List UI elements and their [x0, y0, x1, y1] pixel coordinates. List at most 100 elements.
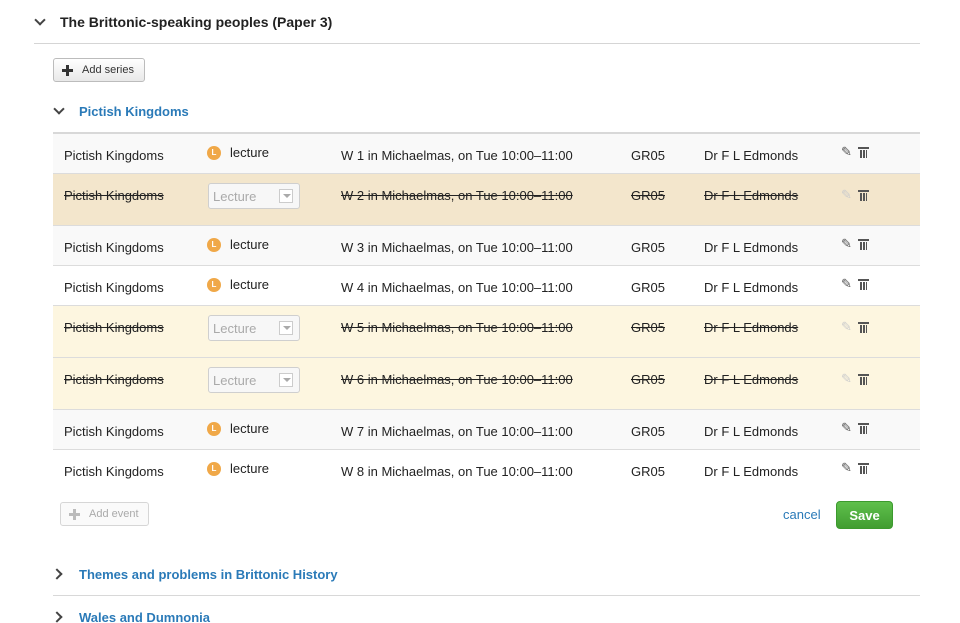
event-when: W 5 in Michaelmas, on Tue 10:00–11:00 [341, 320, 573, 335]
add-series-label: Add series [82, 64, 134, 76]
series-header-collapsed[interactable]: Themes and problems in Brittonic History [51, 563, 920, 585]
trash-icon[interactable] [857, 321, 869, 333]
event-when: W 3 in Michaelmas, on Tue 10:00–11:00 [341, 240, 573, 255]
select-arrow-icon[interactable] [279, 373, 293, 387]
event-location: GR05 [631, 464, 665, 479]
event-type: L lecture [207, 461, 269, 476]
paper-title: The Brittonic-speaking peoples (Paper 3) [60, 13, 333, 30]
event-row[interactable]: Pictish Kingdoms L lecture W 4 in Michae… [53, 266, 920, 306]
event-title: Pictish Kingdoms [64, 148, 164, 163]
event-location: GR05 [631, 188, 665, 203]
event-row[interactable]: Pictish Kingdoms L lecture W 8 in Michae… [53, 450, 920, 490]
event-actions: ✎ [841, 145, 869, 159]
select-arrow-icon[interactable] [279, 321, 293, 335]
lecture-badge-icon: L [207, 277, 221, 292]
save-button[interactable]: Save [836, 501, 893, 529]
event-actions: ✎ [841, 421, 869, 435]
event-location: GR05 [631, 320, 665, 335]
event-row[interactable]: Pictish Kingdoms L lecture W 1 in Michae… [53, 134, 920, 174]
event-row[interactable]: Pictish Kingdoms L lecture W 7 in Michae… [53, 410, 920, 450]
event-actions: ✎ [841, 320, 869, 334]
trash-icon[interactable] [857, 146, 869, 158]
event-lecturer: Dr F L Edmonds [704, 280, 799, 295]
event-when: W 7 in Michaelmas, on Tue 10:00–11:00 [341, 424, 573, 439]
lecture-badge-icon: L [207, 461, 221, 476]
chevron-right-icon[interactable] [51, 611, 63, 623]
chevron-down-icon[interactable] [53, 103, 65, 115]
event-title: Pictish Kingdoms [64, 372, 164, 387]
pencil-icon: ✎ [841, 371, 852, 386]
event-type: L lecture [207, 237, 269, 252]
event-title: Pictish Kingdoms [64, 320, 164, 335]
event-lecturer: Dr F L Edmonds [704, 372, 799, 387]
event-lecturer: Dr F L Edmonds [704, 240, 799, 255]
pencil-icon[interactable]: ✎ [841, 145, 852, 159]
event-when: W 2 in Michaelmas, on Tue 10:00–11:00 [341, 188, 573, 203]
event-type-select[interactable]: Lecture [208, 367, 300, 393]
event-when: W 1 in Michaelmas, on Tue 10:00–11:00 [341, 148, 573, 163]
event-row-cancelled[interactable]: Pictish Kingdoms Lecture W 5 in Michaelm… [53, 306, 920, 358]
trash-icon[interactable] [857, 462, 869, 474]
plus-icon [62, 64, 73, 76]
event-type-select[interactable]: Lecture [208, 315, 300, 341]
event-row-cancelled[interactable]: Pictish Kingdoms Lecture W 2 in Michaelm… [53, 174, 920, 226]
pencil-icon[interactable]: ✎ [841, 461, 852, 475]
event-type-select-value: Lecture [213, 321, 257, 336]
event-location: GR05 [631, 372, 665, 387]
event-row-cancelled[interactable]: Pictish Kingdoms Lecture W 6 in Michaelm… [53, 358, 920, 410]
event-type-label: lecture [230, 461, 270, 476]
trash-icon[interactable] [857, 238, 869, 250]
lecture-badge-icon: L [207, 145, 221, 160]
event-when: W 8 in Michaelmas, on Tue 10:00–11:00 [341, 464, 573, 479]
event-when: W 6 in Michaelmas, on Tue 10:00–11:00 [341, 372, 573, 387]
event-row[interactable]: Pictish Kingdoms L lecture W 3 in Michae… [53, 226, 920, 266]
event-lecturer: Dr F L Edmonds [704, 320, 799, 335]
add-event-label: Add event [89, 508, 139, 520]
event-location: GR05 [631, 424, 665, 439]
trash-icon[interactable] [857, 189, 869, 201]
event-lecturer: Dr F L Edmonds [704, 424, 799, 439]
lecture-badge-icon: L [207, 237, 221, 252]
event-type-label: lecture [230, 421, 270, 436]
plus-icon [69, 508, 80, 520]
event-lecturer: Dr F L Edmonds [704, 464, 799, 479]
event-title: Pictish Kingdoms [64, 240, 164, 255]
select-arrow-icon[interactable] [279, 189, 293, 203]
event-when: W 4 in Michaelmas, on Tue 10:00–11:00 [341, 280, 573, 295]
event-type-select-value: Lecture [213, 373, 257, 388]
series-header-collapsed[interactable]: Wales and Dumnonia [51, 606, 920, 623]
chevron-right-icon[interactable] [51, 568, 63, 580]
event-actions: ✎ [841, 187, 869, 202]
event-actions: ✎ [841, 237, 869, 251]
lecture-badge-icon: L [207, 421, 221, 436]
series-header[interactable]: Pictish Kingdoms [53, 100, 189, 122]
event-title: Pictish Kingdoms [64, 188, 164, 203]
chevron-down-icon[interactable] [34, 13, 46, 26]
event-type: L lecture [207, 145, 269, 160]
trash-icon[interactable] [857, 278, 869, 290]
event-actions: ✎ [841, 277, 869, 291]
cancel-link[interactable]: cancel [783, 507, 821, 522]
event-actions: ✎ [841, 371, 869, 386]
event-lecturer: Dr F L Edmonds [704, 148, 799, 163]
series-title[interactable]: Themes and problems in Brittonic History [79, 567, 338, 582]
series-title[interactable]: Pictish Kingdoms [79, 104, 189, 119]
series-title[interactable]: Wales and Dumnonia [79, 610, 210, 623]
pencil-icon[interactable]: ✎ [841, 237, 852, 251]
pencil-icon: ✎ [841, 187, 852, 202]
paper-header[interactable]: The Brittonic-speaking peoples (Paper 3) [34, 0, 920, 44]
event-type-select[interactable]: Lecture [208, 183, 300, 209]
event-type: L lecture [207, 277, 269, 292]
pencil-icon[interactable]: ✎ [841, 277, 852, 291]
add-event-button[interactable]: Add event [60, 502, 149, 526]
event-title: Pictish Kingdoms [64, 424, 164, 439]
events-table: Pictish Kingdoms L lecture W 1 in Michae… [53, 132, 920, 490]
event-title: Pictish Kingdoms [64, 280, 164, 295]
pencil-icon[interactable]: ✎ [841, 421, 852, 435]
trash-icon[interactable] [857, 422, 869, 434]
event-type-label: lecture [230, 237, 270, 252]
trash-icon[interactable] [857, 373, 869, 385]
event-actions: ✎ [841, 461, 869, 475]
event-type-select-value: Lecture [213, 189, 257, 204]
add-series-button[interactable]: Add series [53, 58, 145, 82]
